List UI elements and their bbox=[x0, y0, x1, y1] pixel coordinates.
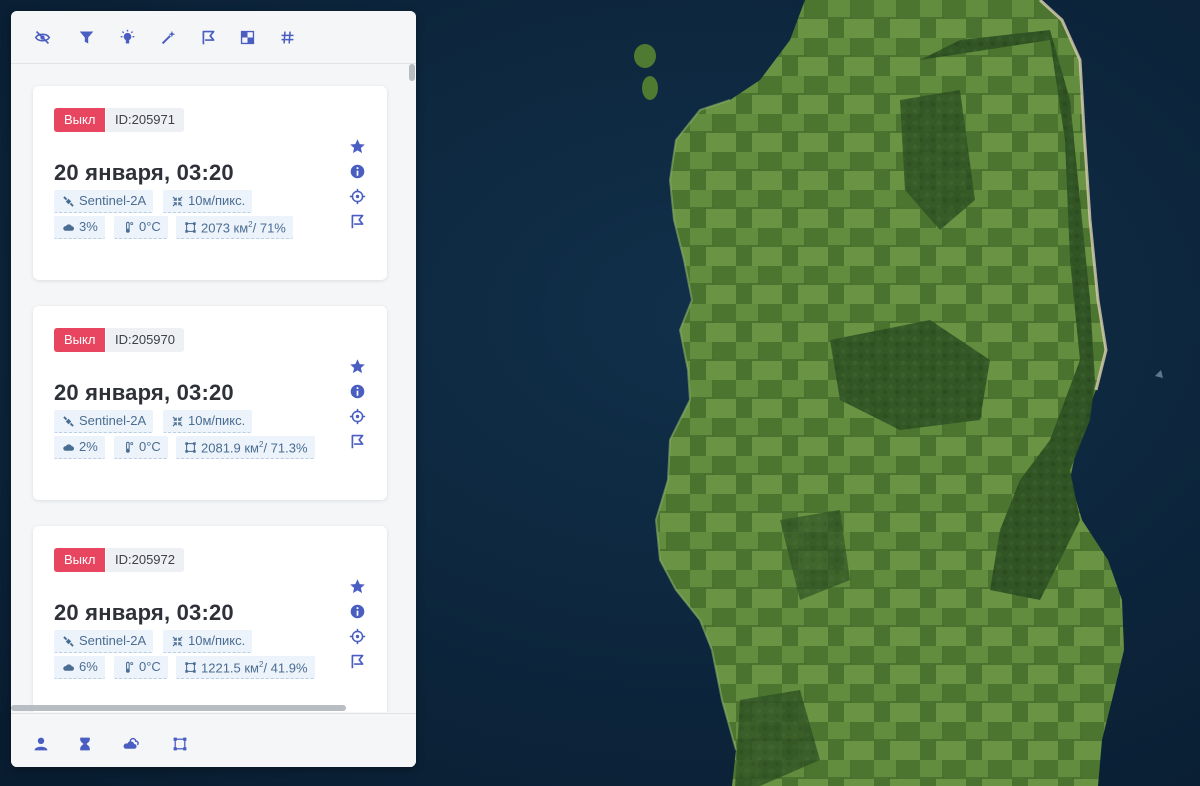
resolution-value: 10м/пикс. bbox=[188, 633, 246, 648]
temperature-chip: 0°C bbox=[114, 436, 168, 459]
status-badge[interactable]: Выкл bbox=[54, 108, 106, 132]
cloud-value: 3% bbox=[79, 219, 98, 234]
status-badge[interactable]: Выкл bbox=[54, 548, 106, 572]
magic-wand-icon[interactable] bbox=[157, 26, 179, 48]
compress-arrows-icon bbox=[172, 416, 183, 426]
filter-icon[interactable] bbox=[75, 26, 97, 48]
temperature-chip: 0°C bbox=[114, 656, 168, 679]
scene-id-badge: ID:205971 bbox=[106, 108, 184, 132]
vertical-scrollbar-thumb[interactable] bbox=[409, 64, 415, 81]
info-icon[interactable] bbox=[347, 601, 367, 621]
cloud-icon bbox=[63, 223, 75, 231]
area-value: 1221.5 км bbox=[201, 660, 259, 676]
temperature-value: 0°C bbox=[139, 659, 161, 674]
cloud-chip: 3% bbox=[54, 216, 105, 239]
flag-icon[interactable] bbox=[347, 431, 367, 451]
scene-date: 20 января, 03:20 bbox=[54, 380, 234, 405]
temperature-value: 0°C bbox=[139, 219, 161, 234]
area-value: 2081.9 км bbox=[201, 440, 259, 456]
satellite-icon bbox=[63, 635, 74, 647]
area-icon bbox=[185, 221, 196, 233]
thermometer-icon bbox=[125, 441, 134, 453]
resolution-chip: 10м/пикс. bbox=[163, 630, 253, 653]
scene-card[interactable]: Выкл ID:205972 20 января, 03:20 Sentinel… bbox=[33, 526, 387, 712]
area-icon bbox=[185, 441, 196, 453]
hourglass-icon[interactable] bbox=[74, 733, 96, 755]
thermometer-icon bbox=[125, 661, 134, 673]
resolution-value: 10м/пикс. bbox=[188, 193, 246, 208]
area-chip: 2081.9 км2/ 71.3% bbox=[176, 436, 315, 459]
star-icon[interactable] bbox=[347, 576, 367, 596]
hashtag-icon[interactable] bbox=[276, 26, 298, 48]
area-icon bbox=[185, 661, 196, 673]
bottom-toolbar bbox=[11, 713, 416, 767]
satellite-icon bbox=[63, 195, 74, 207]
star-icon[interactable] bbox=[347, 136, 367, 156]
clouds-icon[interactable] bbox=[120, 733, 142, 755]
thermometer-icon bbox=[125, 221, 134, 233]
vertical-scrollbar[interactable] bbox=[408, 64, 416, 712]
horizontal-scrollbar[interactable] bbox=[11, 704, 416, 712]
temperature-value: 0°C bbox=[139, 439, 161, 454]
area-select-icon[interactable] bbox=[169, 733, 191, 755]
eye-slash-icon[interactable] bbox=[31, 26, 53, 48]
scene-date: 20 января, 03:20 bbox=[54, 600, 234, 625]
flag-icon[interactable] bbox=[197, 26, 219, 48]
status-badge[interactable]: Выкл bbox=[54, 328, 106, 352]
satellite-icon bbox=[63, 415, 74, 427]
coverage-value: / 71.3% bbox=[263, 440, 308, 456]
horizontal-scrollbar-thumb[interactable] bbox=[11, 705, 346, 711]
flag-icon[interactable] bbox=[347, 651, 367, 671]
satellite-name: Sentinel-2A bbox=[79, 193, 147, 208]
coverage-value: / 41.9% bbox=[263, 660, 308, 676]
top-toolbar bbox=[11, 11, 416, 64]
user-icon[interactable] bbox=[30, 733, 52, 755]
info-icon[interactable] bbox=[347, 161, 367, 181]
satellite-chip: Sentinel-2A bbox=[54, 410, 154, 433]
crosshair-icon[interactable] bbox=[347, 186, 367, 206]
compress-arrows-icon bbox=[172, 196, 183, 206]
temperature-chip: 0°C bbox=[114, 216, 168, 239]
scene-panel: Выкл ID:205971 20 января, 03:20 Sentinel… bbox=[11, 11, 416, 767]
scene-card[interactable]: Выкл ID:205970 20 января, 03:20 Sentinel… bbox=[33, 306, 387, 500]
flag-icon[interactable] bbox=[347, 211, 367, 231]
info-icon[interactable] bbox=[347, 381, 367, 401]
crosshair-icon[interactable] bbox=[347, 626, 367, 646]
crosshair-icon[interactable] bbox=[347, 406, 367, 426]
area-chip: 2073 км2/ 71% bbox=[176, 216, 293, 239]
cloud-icon bbox=[63, 663, 75, 671]
scene-id-badge: ID:205972 bbox=[106, 548, 184, 572]
area-chip: 1221.5 км2/ 41.9% bbox=[176, 656, 315, 679]
satellite-name: Sentinel-2A bbox=[79, 413, 147, 428]
area-value: 2073 км bbox=[201, 220, 249, 236]
scene-date: 20 января, 03:20 bbox=[54, 160, 234, 185]
resolution-value: 10м/пикс. bbox=[188, 413, 246, 428]
scene-card[interactable]: Выкл ID:205971 20 января, 03:20 Sentinel… bbox=[33, 86, 387, 280]
checkerboard-icon[interactable] bbox=[236, 26, 258, 48]
cloud-value: 6% bbox=[79, 659, 98, 674]
bulb-icon[interactable] bbox=[116, 26, 138, 48]
scene-id-badge: ID:205970 bbox=[106, 328, 184, 352]
cloud-chip: 2% bbox=[54, 436, 105, 459]
scene-list[interactable]: Выкл ID:205971 20 января, 03:20 Sentinel… bbox=[11, 64, 416, 712]
satellite-chip: Sentinel-2A bbox=[54, 630, 154, 653]
resolution-chip: 10м/пикс. bbox=[163, 410, 253, 433]
coverage-value: / 71% bbox=[252, 220, 286, 236]
compress-arrows-icon bbox=[172, 636, 183, 646]
cloud-value: 2% bbox=[79, 439, 98, 454]
cloud-icon bbox=[63, 443, 75, 451]
star-icon[interactable] bbox=[347, 356, 367, 376]
resolution-chip: 10м/пикс. bbox=[163, 190, 253, 213]
cloud-chip: 6% bbox=[54, 656, 105, 679]
satellite-name: Sentinel-2A bbox=[79, 633, 147, 648]
satellite-chip: Sentinel-2A bbox=[54, 190, 154, 213]
